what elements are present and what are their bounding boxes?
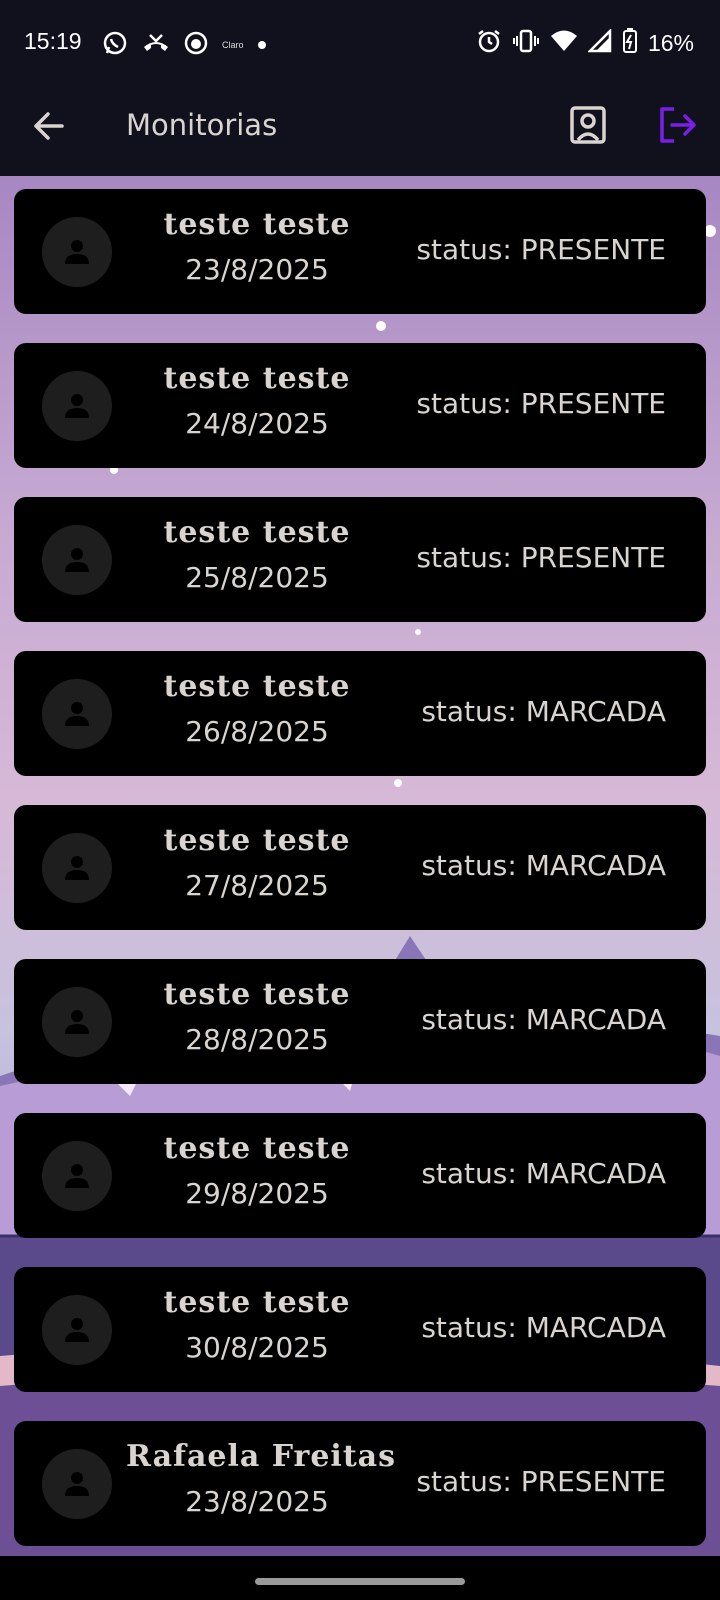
student-name: teste teste — [163, 977, 351, 1012]
monitoria-card[interactable]: teste teste 27/8/2025 status: MARCADA — [14, 805, 706, 930]
monitoria-date: 24/8/2025 — [185, 407, 329, 440]
monitoria-card[interactable]: teste teste 23/8/2025 status: PRESENTE — [14, 189, 706, 314]
logout-button[interactable] — [656, 104, 700, 146]
student-name: teste teste — [163, 823, 351, 858]
dot-icon — [257, 41, 266, 49]
monitoria-date: 27/8/2025 — [185, 869, 329, 902]
status-time: 15:19 — [24, 28, 82, 54]
avatar — [42, 833, 112, 903]
navigation-bar — [0, 1556, 720, 1600]
avatar — [42, 1295, 112, 1365]
person-icon — [65, 1318, 89, 1342]
profile-button[interactable] — [568, 104, 608, 146]
person-icon — [65, 548, 89, 572]
student-name: teste teste — [163, 669, 351, 704]
monitoria-date: 30/8/2025 — [185, 1331, 329, 1364]
status-label: status: MARCADA — [421, 1003, 666, 1036]
monitoria-date: 29/8/2025 — [185, 1177, 329, 1210]
vibrate-icon — [512, 28, 540, 58]
monitoria-date: 23/8/2025 — [185, 1485, 329, 1518]
avatar — [42, 987, 112, 1057]
monitoria-card[interactable]: teste teste 30/8/2025 status: MARCADA — [14, 1267, 706, 1392]
avatar — [42, 525, 112, 595]
person-icon — [65, 394, 89, 418]
monitoria-card[interactable]: teste teste 29/8/2025 status: MARCADA — [14, 1113, 706, 1238]
app-bar: Monitorias — [0, 88, 720, 176]
status-bar: 15:19 Claro 16% — [0, 0, 720, 88]
status-label: status: PRESENTE — [416, 387, 666, 420]
notification-icons: Claro — [102, 30, 266, 60]
page-title: Monitorias — [126, 108, 278, 142]
whatsapp-icon — [102, 30, 128, 60]
monitoria-date: 23/8/2025 — [185, 253, 329, 286]
home-indicator[interactable] — [255, 1578, 465, 1585]
student-name: teste teste — [163, 515, 351, 550]
status-label: status: PRESENTE — [416, 233, 666, 266]
monitoria-card[interactable]: teste teste 28/8/2025 status: MARCADA — [14, 959, 706, 1084]
student-name: teste teste — [163, 207, 351, 242]
student-name: Rafaela Freitas — [126, 1439, 397, 1474]
system-icons: 16% — [476, 27, 694, 58]
app-icon — [184, 31, 208, 59]
avatar — [42, 371, 112, 441]
avatar — [42, 1141, 112, 1211]
status-label: status: MARCADA — [421, 1157, 666, 1190]
carrier-icon: Claro — [222, 40, 244, 50]
signal-icon — [586, 27, 612, 57]
arrow-left-icon — [34, 112, 64, 140]
battery-percent: 16% — [647, 29, 694, 56]
account-box-icon — [570, 106, 606, 144]
person-icon — [65, 1164, 89, 1188]
logout-icon — [660, 107, 696, 143]
person-icon — [65, 240, 89, 264]
status-label: status: PRESENTE — [416, 1465, 666, 1498]
monitoria-date: 26/8/2025 — [185, 715, 329, 748]
student-name: teste teste — [163, 1285, 351, 1320]
avatar — [42, 679, 112, 749]
status-label: status: MARCADA — [421, 1311, 666, 1344]
missed-call-icon — [142, 31, 170, 59]
monitoria-list: teste teste 23/8/2025 status: PRESENTE t… — [14, 189, 706, 1575]
alarm-icon — [476, 28, 502, 58]
student-name: teste teste — [163, 1131, 351, 1166]
status-label: status: MARCADA — [421, 849, 666, 882]
status-label: status: PRESENTE — [416, 541, 666, 574]
avatar — [42, 1449, 112, 1519]
monitoria-date: 28/8/2025 — [185, 1023, 329, 1056]
battery-charging-icon — [622, 28, 638, 58]
monitoria-card[interactable]: Rafaela Freitas 23/8/2025 status: PRESEN… — [14, 1421, 706, 1546]
status-label: status: MARCADA — [421, 695, 666, 728]
back-button[interactable] — [28, 106, 68, 146]
person-icon — [65, 702, 89, 726]
student-name: teste teste — [163, 361, 351, 396]
avatar — [42, 217, 112, 287]
wifi-icon — [550, 29, 578, 57]
monitoria-date: 25/8/2025 — [185, 561, 329, 594]
monitoria-card[interactable]: teste teste 26/8/2025 status: MARCADA — [14, 651, 706, 776]
monitoria-card[interactable]: teste teste 25/8/2025 status: PRESENTE — [14, 497, 706, 622]
person-icon — [65, 1472, 89, 1496]
person-icon — [65, 856, 89, 880]
monitoria-card[interactable]: teste teste 24/8/2025 status: PRESENTE — [14, 343, 706, 468]
person-icon — [65, 1010, 89, 1034]
